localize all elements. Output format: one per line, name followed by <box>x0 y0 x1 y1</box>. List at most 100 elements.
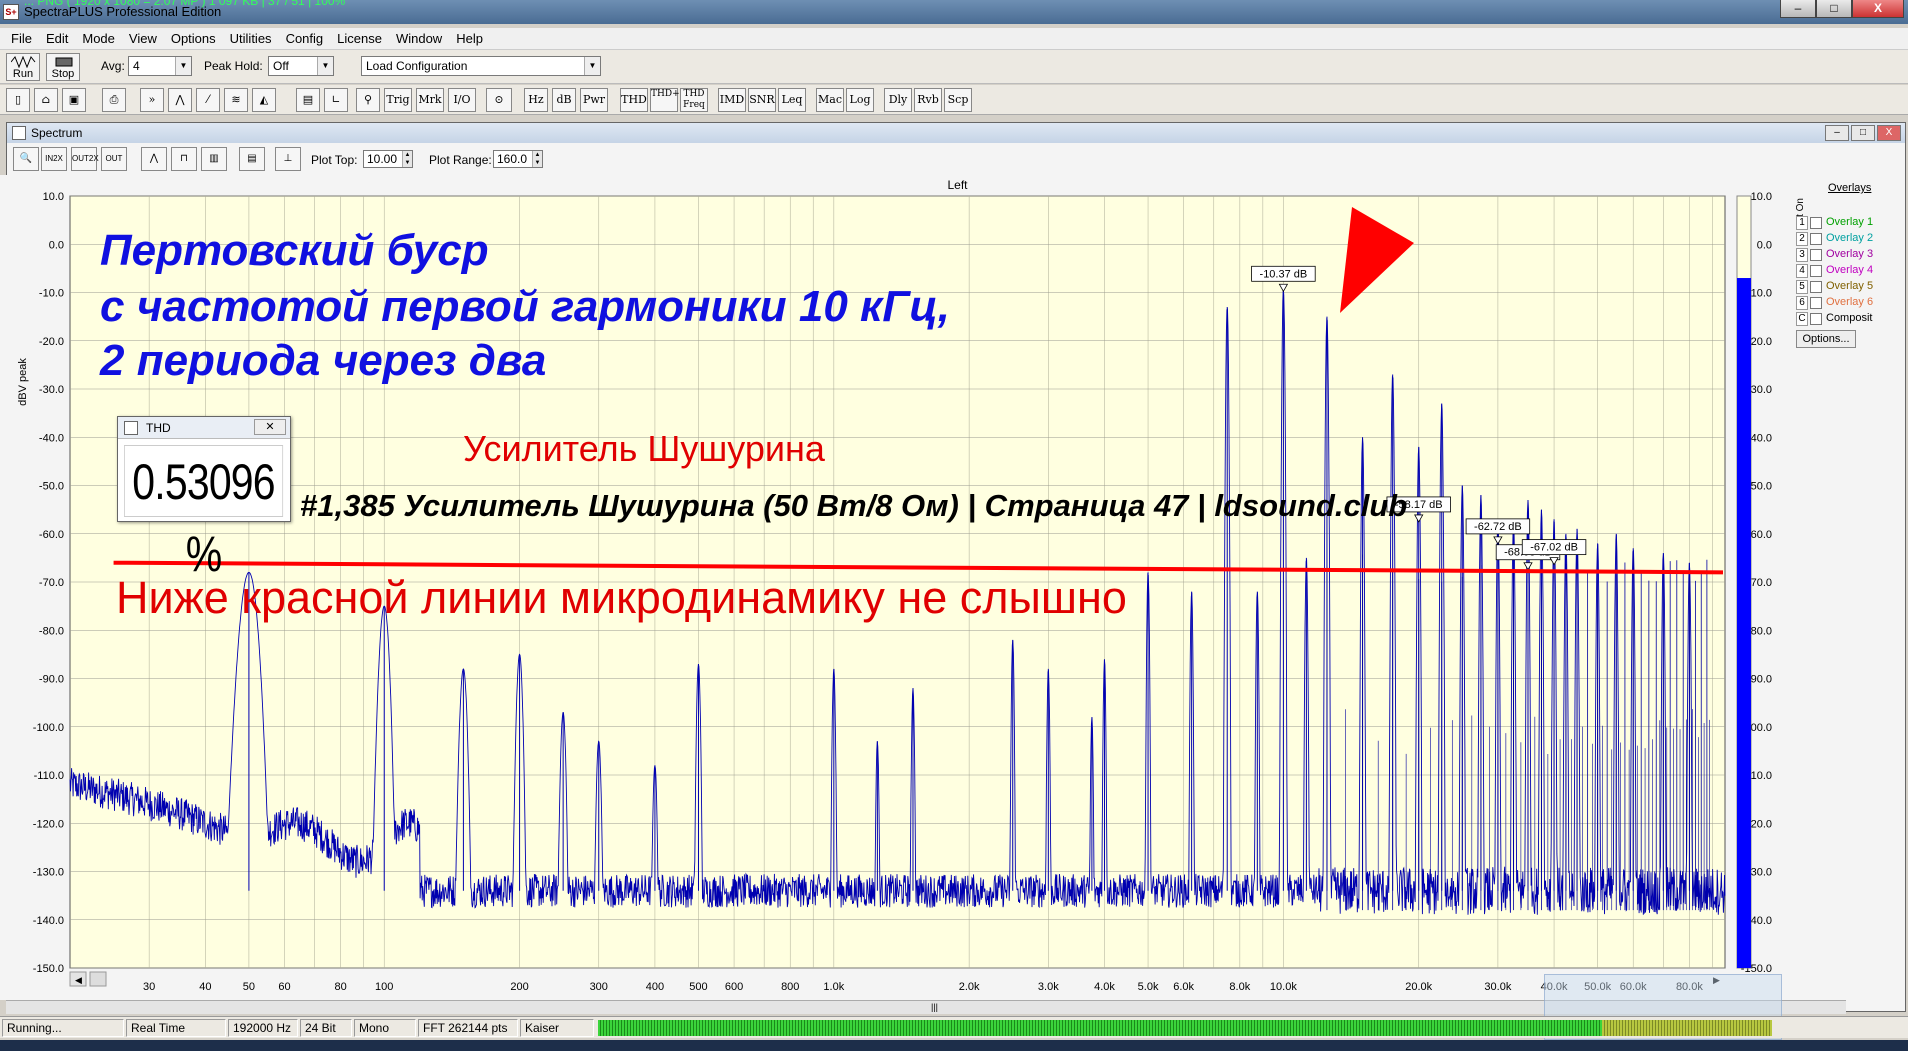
menu-mode[interactable]: Mode <box>75 31 122 46</box>
x-tick-label: 600 <box>725 981 743 993</box>
overlay-row[interactable]: 4 Overlay 4 <box>1796 264 1902 280</box>
mac-button[interactable]: Mac <box>816 88 844 112</box>
zoom-out-2x-icon[interactable]: OUT2X <box>71 147 99 171</box>
db-button[interactable]: dB <box>552 88 576 112</box>
minimize-button[interactable]: – <box>1780 0 1816 18</box>
run-button[interactable]: Run <box>6 53 40 81</box>
x-tick-label: 1.0k <box>823 981 844 993</box>
menu-window[interactable]: Window <box>389 31 449 46</box>
y-tick-label: -70.0 <box>39 577 64 589</box>
thd-button[interactable]: THD <box>620 88 648 112</box>
stop-button[interactable]: Stop <box>46 53 80 81</box>
leq-button[interactable]: Leq <box>778 88 806 112</box>
line-plot-icon[interactable]: ⋀ <box>141 147 167 171</box>
open-folder-icon[interactable]: ⌂ <box>34 88 58 112</box>
scp-button[interactable]: Scp <box>944 88 972 112</box>
child-close-button[interactable]: X <box>1877 125 1901 141</box>
overlay-checkbox[interactable] <box>1810 281 1822 293</box>
overlay-row[interactable]: 5 Overlay 5 <box>1796 280 1902 296</box>
menu-help[interactable]: Help <box>449 31 490 46</box>
maximize-button[interactable]: □ <box>1816 0 1852 18</box>
scroll-thumb <box>89 971 107 987</box>
overlay-checkbox[interactable] <box>1810 249 1822 261</box>
annotation-title-line3: 2 периода через два <box>100 336 547 385</box>
spectrum-mode-icon[interactable]: ⋀ <box>168 88 192 112</box>
overlay-checkbox[interactable] <box>1810 233 1822 245</box>
plot-range-input[interactable]: 160.0 ▲ ▼ <box>493 150 543 168</box>
child-minimize-button[interactable]: – <box>1825 125 1849 141</box>
imd-button[interactable]: IMD <box>718 88 746 112</box>
status-state: Running... <box>2 1019 124 1037</box>
rvb-button[interactable]: Rvb <box>914 88 942 112</box>
overlay-row[interactable]: C Composit <box>1796 312 1902 328</box>
thd-window-icon <box>124 421 138 435</box>
zoom-in-2x-icon[interactable]: IN2X <box>41 147 67 171</box>
secondary-toolbar: ▯ ⌂ ▣ ⎙ » ⋀ ⁄ ≋ ◭ ▤ ∟ ⚲ Trig Mrk I/O ⊙ H… <box>0 85 1908 115</box>
hz-button[interactable]: Hz <box>524 88 548 112</box>
spectrogram-icon[interactable]: ≋ <box>224 88 248 112</box>
print-icon[interactable]: ⎙ <box>102 88 126 112</box>
signal-generator-icon[interactable]: ⊙ <box>486 88 512 112</box>
avg-label: Avg: <box>101 59 125 73</box>
overlay-checkbox[interactable] <box>1810 265 1822 277</box>
avg-select[interactable]: 4 ▼ <box>128 56 192 76</box>
overlay-checkbox[interactable] <box>1810 313 1822 325</box>
overlay-options-button[interactable]: Options... <box>1796 330 1856 348</box>
chevron-down-icon: ▼ <box>317 57 333 75</box>
meter-tick-label: 0.0 <box>1757 239 1772 251</box>
3d-plot-icon[interactable]: ◭ <box>252 88 276 112</box>
spinner-icon[interactable]: ▲ ▼ <box>402 151 412 167</box>
overlay-row[interactable]: 6 Overlay 6 <box>1796 296 1902 312</box>
plot-toolbar: 🔍 IN2X OUT2X OUT ⋀ ⊓ ▥ ▤ ⊥ Plot Top: 10.… <box>7 145 1905 173</box>
thd-title-bar: THD ✕ <box>118 417 290 439</box>
thd-freq-button[interactable]: THD Freq <box>680 88 708 112</box>
axis-icon[interactable]: ∟ <box>324 88 348 112</box>
trig-button[interactable]: Trig <box>384 88 412 112</box>
cursor-icon[interactable]: ⊥ <box>275 147 301 171</box>
snr-button[interactable]: SNR <box>748 88 776 112</box>
close-button[interactable]: X <box>1852 0 1904 18</box>
menu-file[interactable]: File <box>4 31 39 46</box>
fast-forward-icon[interactable]: » <box>140 88 164 112</box>
scroll-left-icon: ◀ <box>75 975 82 985</box>
overlay-row[interactable]: 3 Overlay 3 <box>1796 248 1902 264</box>
thd-n-button[interactable]: THD+N <box>650 88 687 112</box>
area-plot-icon[interactable]: ⊓ <box>171 147 197 171</box>
status-window-function: Kaiser <box>520 1019 594 1037</box>
zoom-full-icon[interactable]: OUT <box>101 147 127 171</box>
bar-plot-icon[interactable]: ▥ <box>201 147 227 171</box>
panel-icon[interactable]: ▤ <box>296 88 320 112</box>
y-tick-label: -10.0 <box>39 288 64 300</box>
child-maximize-button[interactable]: □ <box>1851 125 1875 141</box>
overlay-checkbox[interactable] <box>1810 217 1822 229</box>
pwr-button[interactable]: Pwr <box>580 88 608 112</box>
peak-icon[interactable]: ⚲ <box>356 88 380 112</box>
menu-options[interactable]: Options <box>164 31 223 46</box>
spinner-icon[interactable]: ▲ ▼ <box>532 151 542 167</box>
scroll-grip-icon[interactable]: ||| <box>931 1002 938 1012</box>
log-button[interactable]: Log <box>846 88 874 112</box>
menu-edit[interactable]: Edit <box>39 31 75 46</box>
properties-icon[interactable]: ▤ <box>239 147 265 171</box>
zoom-icon[interactable]: 🔍 <box>13 147 39 171</box>
mrk-button[interactable]: Mrk <box>416 88 444 112</box>
save-icon[interactable]: ▣ <box>62 88 86 112</box>
io-button[interactable]: I/O <box>448 88 476 112</box>
ramp-icon[interactable]: ⁄ <box>196 88 220 112</box>
new-file-icon[interactable]: ▯ <box>6 88 30 112</box>
dly-button[interactable]: Dly <box>884 88 912 112</box>
menu-license[interactable]: License <box>330 31 389 46</box>
menu-view[interactable]: View <box>122 31 164 46</box>
overlay-row[interactable]: 1 Overlay 1 <box>1796 216 1902 232</box>
menu-config[interactable]: Config <box>279 31 331 46</box>
config-select[interactable]: Load Configuration ▼ <box>361 56 601 76</box>
window-title: SpectraPLUS Professional Edition <box>24 4 222 19</box>
overlay-row[interactable]: 2 Overlay 2 <box>1796 232 1902 248</box>
menu-utilities[interactable]: Utilities <box>223 31 279 46</box>
plot-top-input[interactable]: 10.00 ▲ ▼ <box>363 150 413 168</box>
x-tick-label: 40 <box>199 981 211 993</box>
overlay-checkbox[interactable] <box>1810 297 1822 309</box>
thd-readout-window[interactable]: THD ✕ 0.53096 % <box>117 416 291 582</box>
peakhold-select[interactable]: Off ▼ <box>268 56 334 76</box>
thd-close-icon[interactable]: ✕ <box>254 419 286 435</box>
